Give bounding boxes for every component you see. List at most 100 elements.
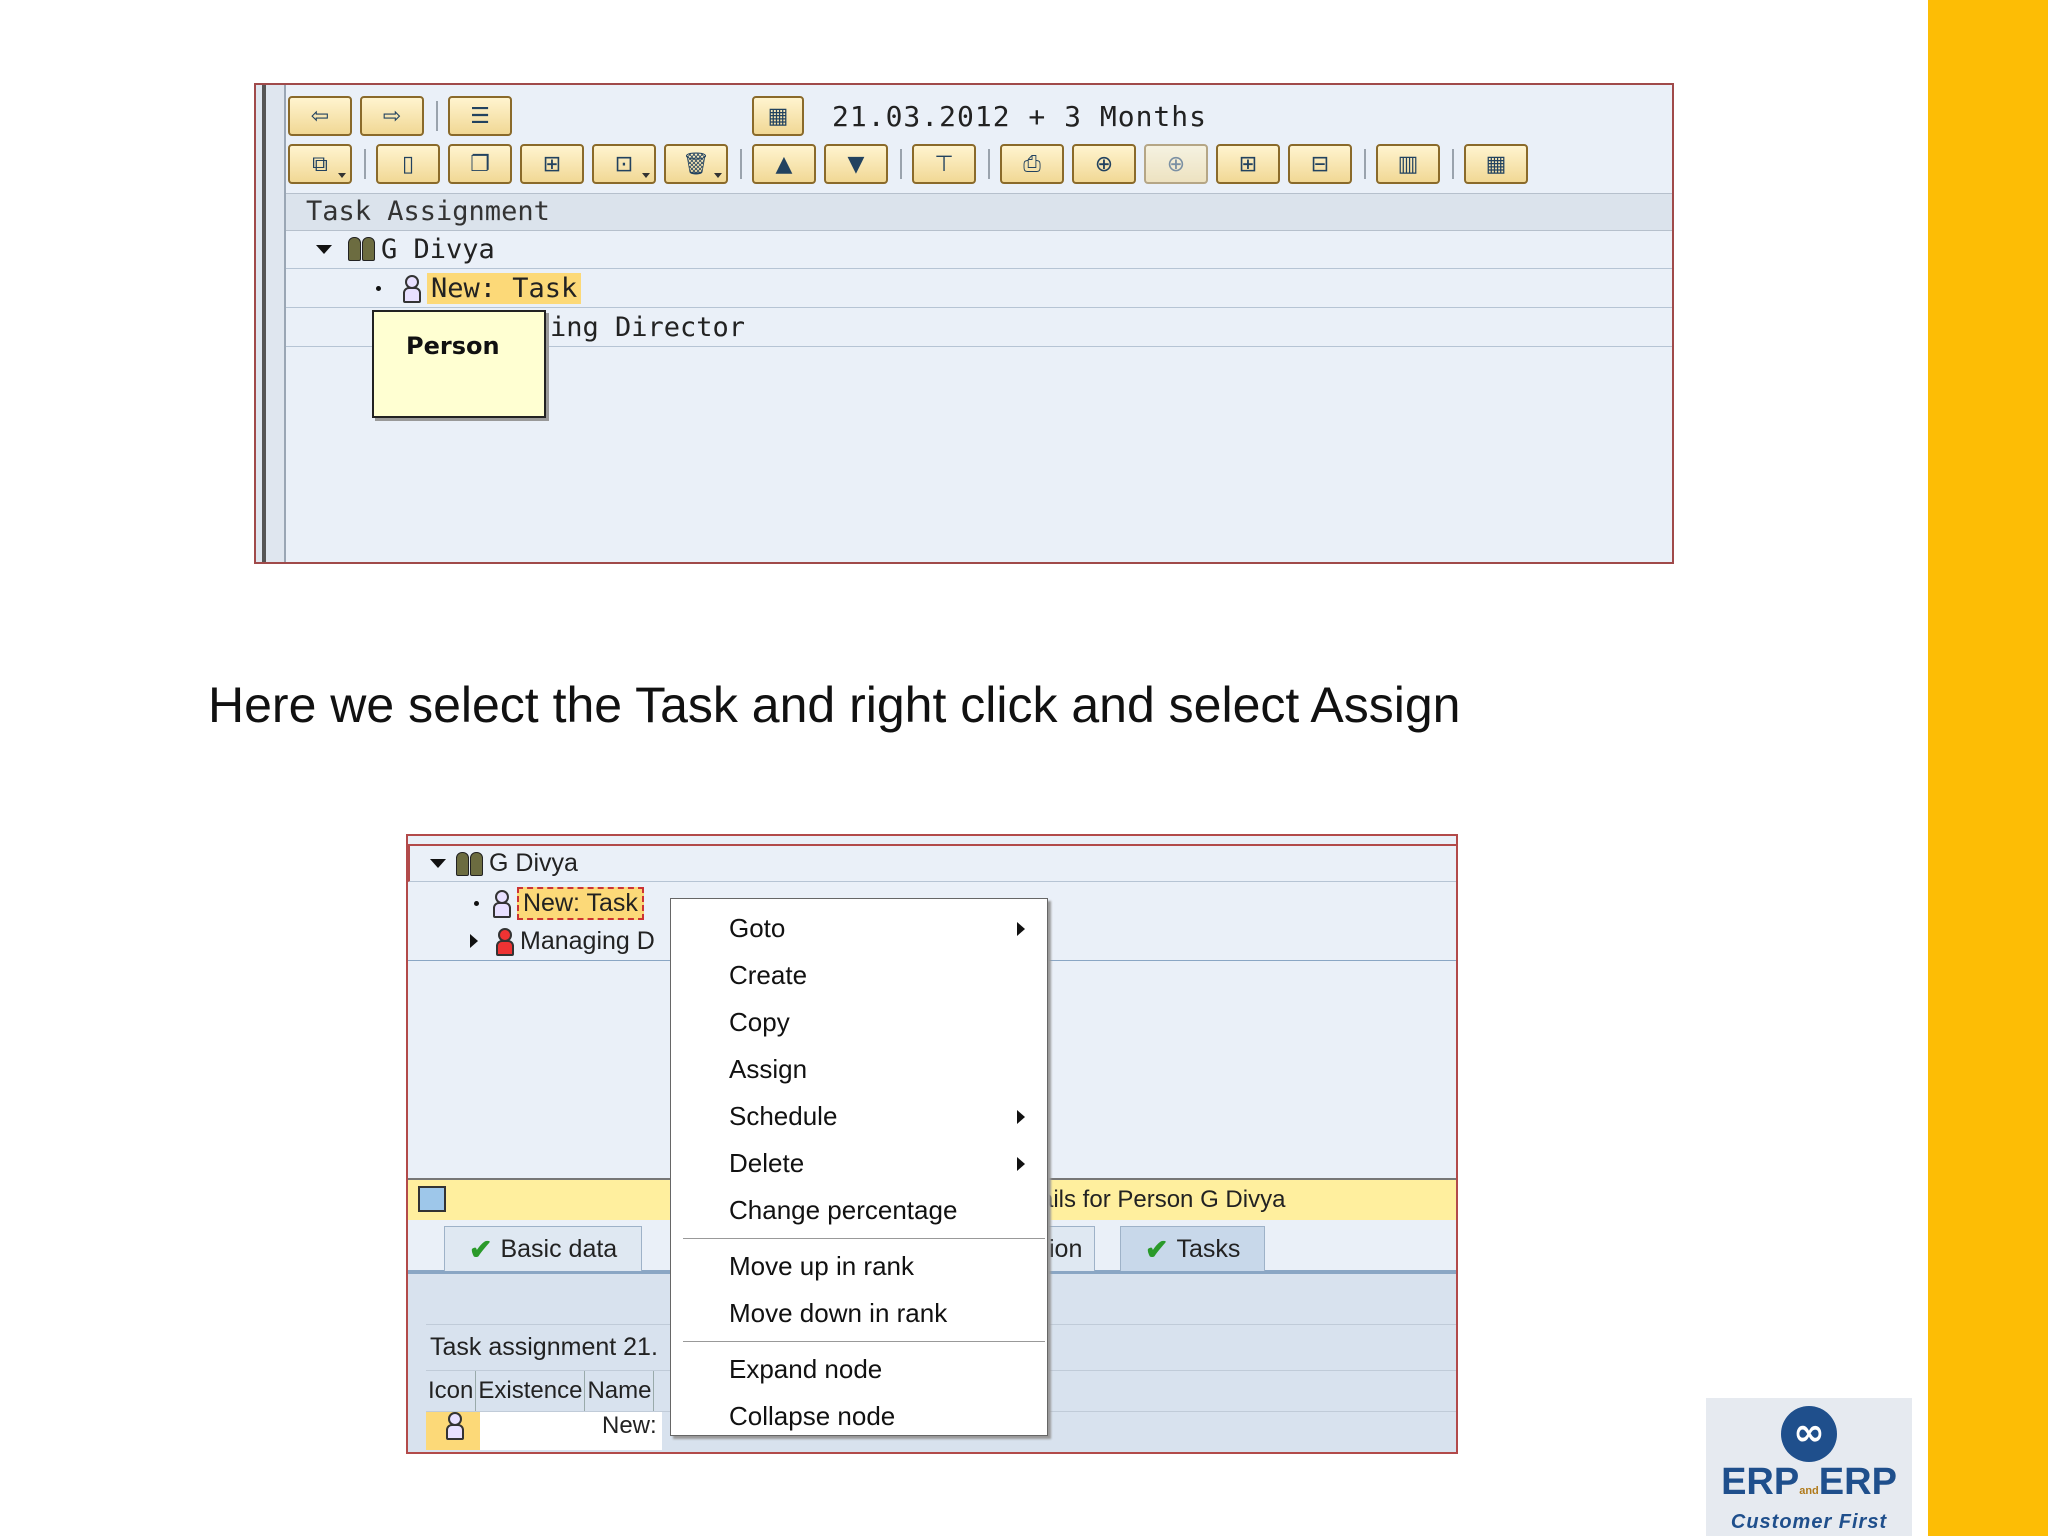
context-menu: Goto Create Copy Assign Schedule Delete … bbox=[670, 898, 1048, 1436]
toolbar-row-1: ⇦ ⇨ ☰ ▦ 21.03.2012 + 3 Months bbox=[288, 93, 1207, 139]
menu-item-create[interactable]: Create bbox=[671, 952, 1047, 999]
logo-tagline: Customer First bbox=[1730, 1511, 1888, 1533]
logo-emblem-icon bbox=[1781, 1406, 1837, 1462]
director-label: ing Director bbox=[550, 311, 746, 343]
tree-row-root[interactable]: G Divya bbox=[408, 844, 1456, 882]
menu-item-assign[interactable]: Assign bbox=[671, 1046, 1047, 1093]
menu-item-change-percentage[interactable]: Change percentage bbox=[671, 1187, 1047, 1234]
list-icon[interactable]: ☰ bbox=[448, 96, 512, 136]
menu-item-move-up[interactable]: Move up in rank bbox=[671, 1243, 1047, 1290]
menu-item-copy[interactable]: Copy bbox=[671, 999, 1047, 1046]
bullet-icon bbox=[376, 285, 381, 291]
forward-arrow-icon[interactable]: ⇨ bbox=[360, 96, 424, 136]
tab-label: Basic data bbox=[500, 1234, 618, 1263]
column-header[interactable]: Existence bbox=[476, 1371, 586, 1411]
root-label: G Divya bbox=[381, 233, 495, 265]
erp-logo: ERPandERP Customer First bbox=[1706, 1398, 1912, 1536]
table-cell-name: New: bbox=[600, 1412, 662, 1450]
menu-item-label: Collapse node bbox=[729, 1401, 896, 1431]
collapsed-caret-icon[interactable] bbox=[470, 934, 478, 948]
root-label: G Divya bbox=[489, 849, 578, 877]
duplicate-icon[interactable]: ❐ bbox=[448, 144, 512, 184]
submenu-arrow-icon bbox=[1017, 1110, 1025, 1124]
collapse-icon[interactable]: ⊟ bbox=[1288, 144, 1352, 184]
toolbar-separator bbox=[900, 149, 902, 179]
tab-basic-data[interactable]: ✔ Basic data bbox=[444, 1226, 643, 1271]
settings-icon[interactable]: ▦ bbox=[1464, 144, 1528, 184]
new-document-icon[interactable]: ▯ bbox=[376, 144, 440, 184]
toolbar-separator bbox=[1452, 149, 1454, 179]
task-label[interactable]: New: Task bbox=[517, 886, 644, 920]
menu-item-label: Move down in rank bbox=[729, 1298, 948, 1328]
column-header[interactable]: Name bbox=[585, 1371, 655, 1411]
menu-item-label: Expand node bbox=[729, 1354, 883, 1384]
person-tooltip: Person bbox=[372, 310, 546, 418]
menu-item-expand-node[interactable]: Expand node bbox=[671, 1346, 1047, 1393]
task-icon bbox=[446, 1412, 464, 1440]
move-up-icon[interactable]: ▲ bbox=[752, 144, 816, 184]
task-label[interactable]: New: Task bbox=[427, 272, 582, 304]
expand-caret-icon[interactable] bbox=[430, 859, 446, 868]
org-unit-icon bbox=[456, 851, 483, 876]
logo-wordmark: ERPandERP bbox=[1721, 1461, 1897, 1503]
task-assignment-screenshot: ⇦ ⇨ ☰ ▦ 21.03.2012 + 3 Months ⧉ ▯ ❐ ⊞ ⊡ … bbox=[254, 83, 1674, 564]
back-arrow-icon[interactable]: ⇦ bbox=[288, 96, 352, 136]
tab-partial[interactable]: ion bbox=[1040, 1226, 1096, 1271]
tree-header: Task Assignment bbox=[286, 193, 1672, 231]
menu-item-schedule[interactable]: Schedule bbox=[671, 1093, 1047, 1140]
find-icon[interactable]: ⊕ bbox=[1072, 144, 1136, 184]
menu-item-label: Goto bbox=[729, 913, 786, 943]
menu-item-label: Create bbox=[729, 960, 808, 990]
toolbar-row-2: ⧉ ▯ ❐ ⊞ ⊡ 🗑 ▲ ▼ ⊤ ⎙ ⊕ ⊕ ⊞ ⊟ ▥ ▦ bbox=[288, 141, 1536, 187]
table-cell-existence bbox=[480, 1412, 600, 1450]
copy-icon[interactable]: ⧉ bbox=[288, 144, 352, 184]
tree-row-task[interactable]: New: Task bbox=[286, 269, 1672, 308]
menu-item-delete[interactable]: Delete bbox=[671, 1140, 1047, 1187]
tab-label: Tasks bbox=[1176, 1234, 1241, 1263]
accent-side-band bbox=[1928, 0, 2048, 1536]
left-gutter bbox=[256, 85, 286, 562]
print-icon[interactable]: ⎙ bbox=[1000, 144, 1064, 184]
expand-icon[interactable]: ⊞ bbox=[1216, 144, 1280, 184]
hierarchy-icon[interactable]: ⊤ bbox=[912, 144, 976, 184]
tab-tasks[interactable]: ✔ Tasks bbox=[1120, 1226, 1266, 1271]
position-icon bbox=[496, 928, 514, 956]
structure-icon[interactable]: ⊞ bbox=[520, 144, 584, 184]
layout-icon[interactable]: ▥ bbox=[1376, 144, 1440, 184]
move-down-icon[interactable]: ▼ bbox=[824, 144, 888, 184]
org-unit-icon bbox=[348, 237, 375, 261]
details-icon bbox=[418, 1186, 446, 1212]
menu-separator bbox=[683, 1238, 1045, 1239]
menu-item-label: Schedule bbox=[729, 1101, 838, 1131]
menu-item-collapse-node[interactable]: Collapse node bbox=[671, 1393, 1047, 1440]
menu-separator bbox=[683, 1341, 1045, 1342]
task-icon bbox=[493, 890, 511, 918]
check-icon: ✔ bbox=[469, 1233, 493, 1265]
toolbar-separator bbox=[1364, 149, 1366, 179]
expand-caret-icon[interactable] bbox=[316, 244, 332, 254]
submenu-arrow-icon bbox=[1017, 922, 1025, 936]
details-text: ails for Person G Divya bbox=[1040, 1186, 1286, 1213]
managing-label: Managing D bbox=[520, 926, 655, 955]
toolbar-separator bbox=[364, 149, 366, 179]
menu-item-move-down[interactable]: Move down in rank bbox=[671, 1290, 1047, 1337]
menu-item-label: Move up in rank bbox=[729, 1251, 914, 1281]
column-header[interactable]: Icon bbox=[426, 1371, 477, 1411]
delete-icon[interactable]: 🗑 bbox=[664, 144, 728, 184]
menu-item-label: Copy bbox=[729, 1007, 790, 1037]
submenu-arrow-icon bbox=[1017, 1157, 1025, 1171]
instruction-caption: Here we select the Task and right click … bbox=[208, 677, 1461, 733]
calendar-icon[interactable]: ▦ bbox=[752, 96, 804, 136]
menu-item-label: Delete bbox=[729, 1148, 805, 1178]
table-cell-icon bbox=[426, 1412, 480, 1450]
find-next-icon[interactable]: ⊕ bbox=[1144, 144, 1208, 184]
dropdown-structure-icon[interactable]: ⊡ bbox=[592, 144, 656, 184]
toolbar-separator bbox=[988, 149, 990, 179]
tree-row-root[interactable]: G Divya bbox=[286, 230, 1672, 269]
check-icon: ✔ bbox=[1145, 1233, 1169, 1265]
bullet-icon bbox=[474, 900, 479, 906]
tab-label: ion bbox=[1049, 1234, 1083, 1263]
toolbar-separator bbox=[740, 149, 742, 179]
menu-item-goto[interactable]: Goto bbox=[671, 905, 1047, 952]
menu-item-label: Change percentage bbox=[729, 1195, 958, 1225]
